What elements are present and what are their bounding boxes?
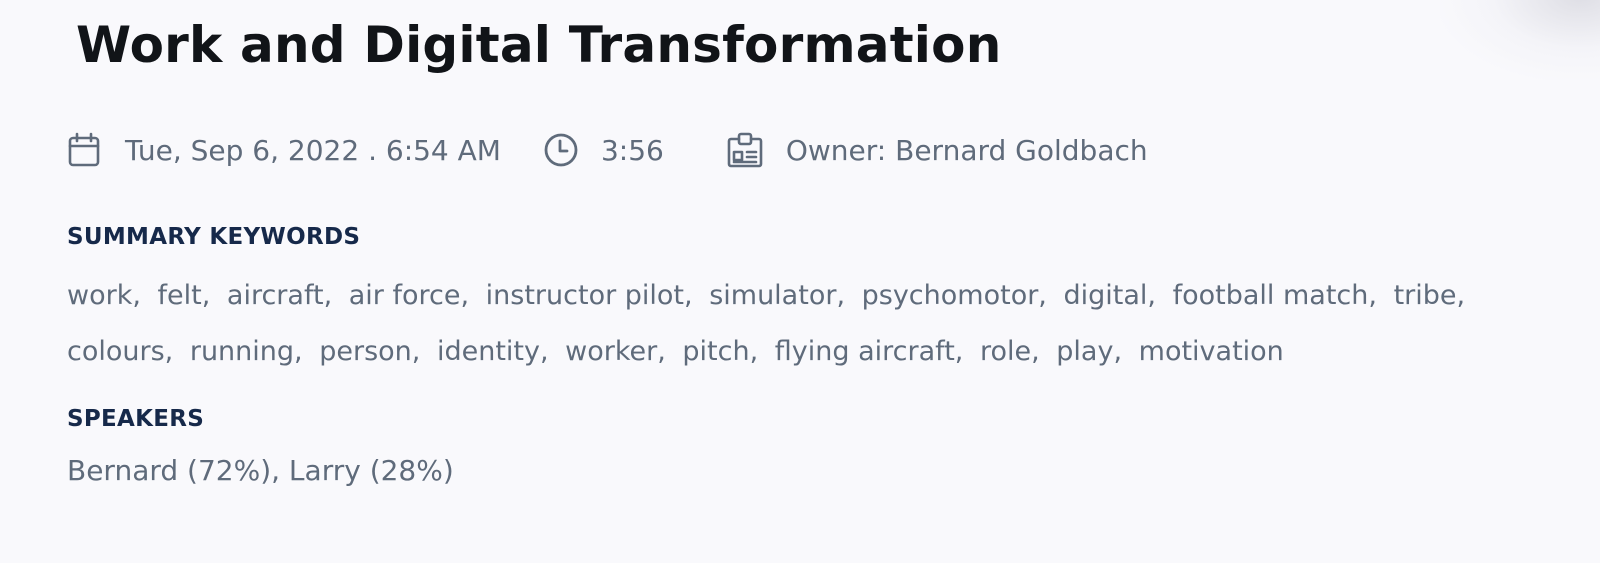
keyword: instructor pilot, (485, 280, 693, 311)
keyword: work, (67, 280, 141, 311)
keyword: identity, (436, 336, 549, 367)
meta-owner: Owner: Bernard Goldbach (726, 131, 1148, 169)
meta-row: Tue, Sep 6, 2022 . 6:54 AM 3:56 Owner: B… (67, 128, 1148, 172)
keyword: felt, (157, 280, 211, 311)
corner-shadow (1440, 0, 1600, 80)
keyword: worker, (565, 336, 666, 367)
clock-icon (544, 133, 578, 167)
keyword: play, (1056, 336, 1123, 367)
keyword: aircraft, (226, 280, 333, 311)
summary-keywords-list: work, felt, aircraft, air force, instruc… (67, 268, 1567, 380)
speakers-label: SPEAKERS (67, 406, 205, 432)
keyword: psychomotor, (861, 280, 1047, 311)
id-badge-icon (727, 132, 763, 168)
meta-date-text: Tue, Sep 6, 2022 . 6:54 AM (125, 133, 501, 167)
keyword: simulator, (709, 280, 846, 311)
keyword: role, (979, 336, 1040, 367)
keyword: air force, (348, 280, 470, 311)
keyword: motivation (1138, 336, 1284, 367)
keyword: person, (319, 336, 421, 367)
meta-owner-text: Owner: Bernard Goldbach (785, 133, 1148, 167)
keyword: colours, (67, 336, 174, 367)
page-title: Work and Digital Transformation (76, 16, 1002, 74)
meta-date: Tue, Sep 6, 2022 . 6:54 AM (67, 132, 501, 168)
meta-duration: 3:56 (543, 132, 664, 168)
keyword: digital, (1063, 280, 1157, 311)
speakers-list: Bernard (72%), Larry (28%) (67, 454, 454, 487)
meta-duration-text: 3:56 (600, 133, 664, 167)
keyword: running, (189, 336, 303, 367)
keyword: flying aircraft, (774, 336, 964, 367)
keyword: pitch, (682, 336, 759, 367)
summary-keywords-label: SUMMARY KEYWORDS (67, 224, 361, 250)
keyword: tribe, (1393, 280, 1466, 311)
calendar-icon (68, 132, 100, 167)
keyword: football match, (1172, 280, 1377, 311)
